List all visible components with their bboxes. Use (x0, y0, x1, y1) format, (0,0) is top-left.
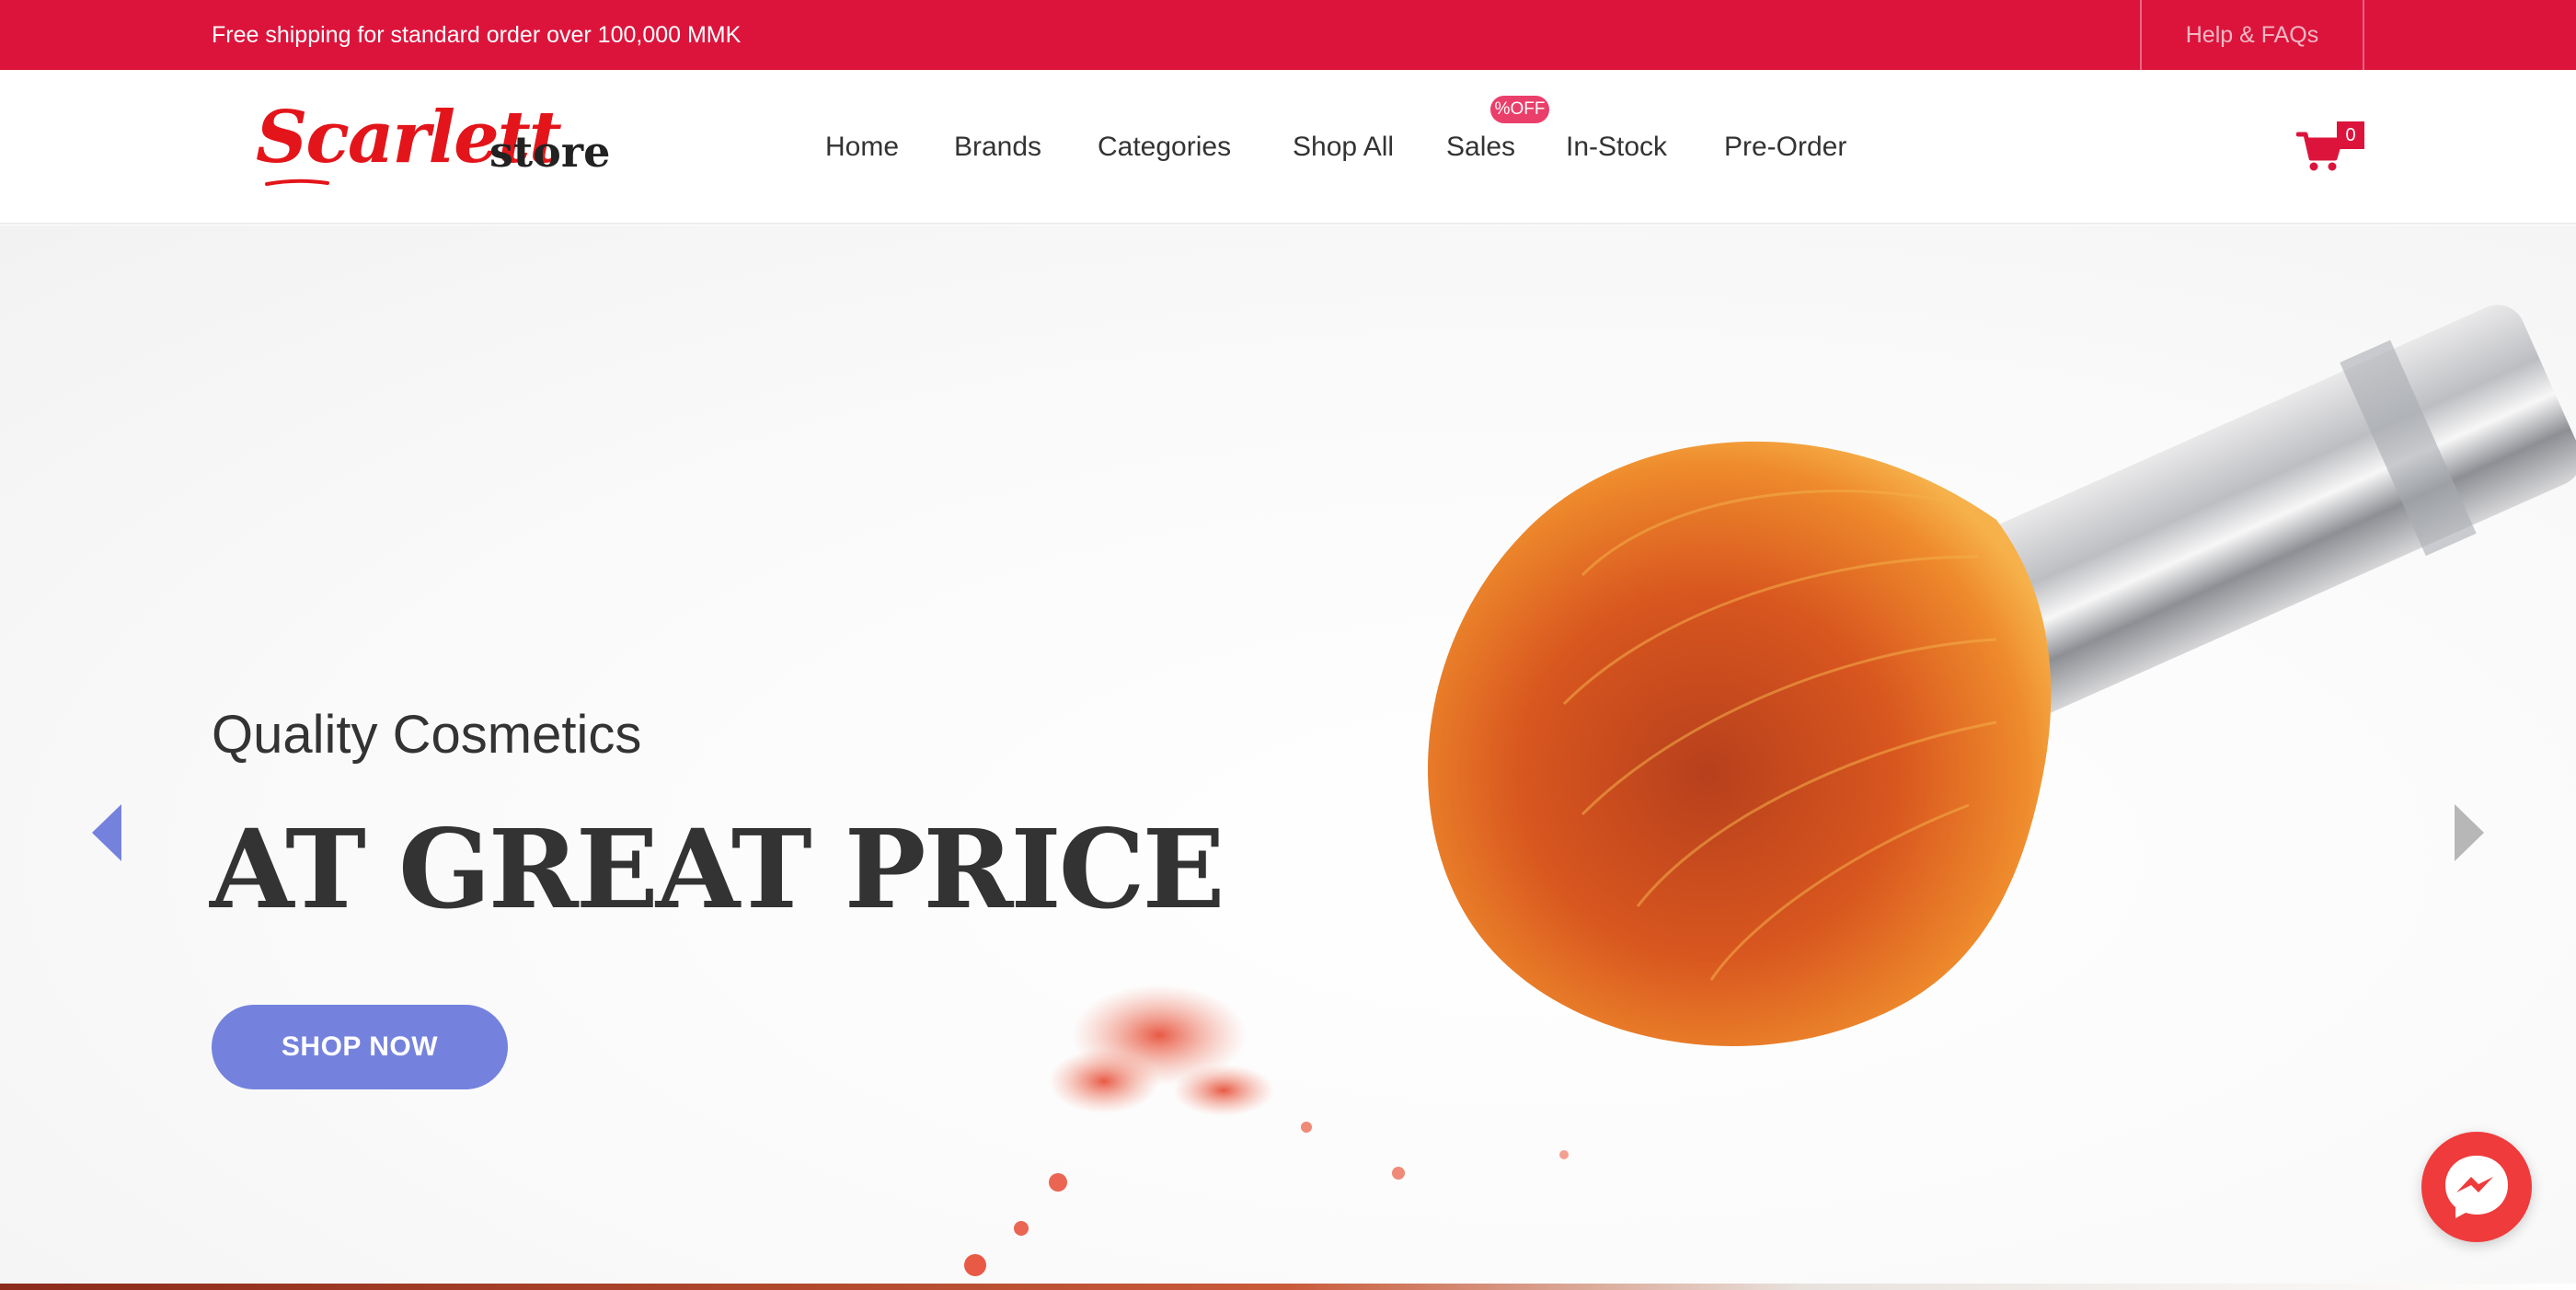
nav-item-sales[interactable]: Sales (1446, 70, 1515, 225)
sales-off-badge: %OFF (1490, 96, 1549, 123)
cart-count-badge: 0 (2337, 121, 2364, 149)
nav-item-pre-order[interactable]: Pre-Order (1724, 70, 1846, 225)
messenger-icon (2445, 1156, 2508, 1218)
nav-item-brands[interactable]: Brands (954, 70, 1041, 225)
shop-now-button[interactable]: SHOP NOW (212, 1005, 508, 1089)
top-announcement-bar: Free shipping for standard order over 10… (0, 0, 2576, 70)
cart-button[interactable]: 0 (2296, 121, 2370, 186)
hero-subtitle: Quality Cosmetics (212, 705, 642, 765)
nav-item-in-stock[interactable]: In-Stock (1566, 70, 1667, 225)
main-nav: Home Brands Categories Shop All Sales In… (0, 70, 2576, 225)
nav-item-shop-all[interactable]: Shop All (1293, 70, 1394, 225)
nav-item-categories[interactable]: Categories (1098, 70, 1231, 225)
hero-bottom-edge (0, 1284, 2576, 1290)
site-header: Scarlett store Home Brands Categories Sh… (0, 70, 2576, 225)
makeup-brush-image (964, 305, 2576, 1276)
messenger-chat-button[interactable] (2421, 1132, 2532, 1242)
cart-icon (2296, 132, 2342, 171)
help-link-container: Help & FAQs (2140, 0, 2364, 70)
shipping-notice: Free shipping for standard order over 10… (212, 22, 742, 48)
hero-slider: Quality Cosmetics AT GREAT PRICE SHOP NO… (0, 225, 2576, 1284)
chevron-right-icon[interactable] (2451, 800, 2488, 865)
hero-headline: AT GREAT PRICE (210, 805, 1225, 933)
nav-item-home[interactable]: Home (825, 70, 899, 225)
chevron-left-icon[interactable] (88, 800, 125, 865)
help-faqs-link[interactable]: Help & FAQs (2142, 0, 2363, 70)
